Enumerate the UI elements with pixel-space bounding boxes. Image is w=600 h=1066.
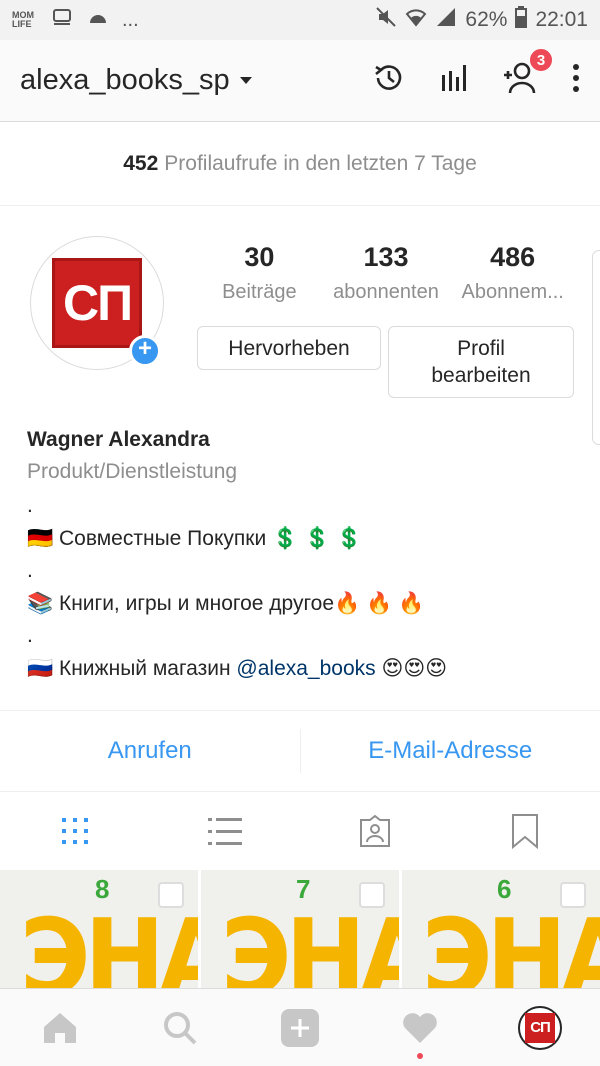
profile-name: Wagner Alexandra [27,428,210,451]
history-icon[interactable] [372,61,406,100]
stat-label: abonnenten [333,281,439,303]
stat-label: Abonnem... [461,281,564,303]
list-icon [208,818,242,845]
stat-following[interactable]: 486 Abonnem... [449,242,576,304]
bookmark-icon [512,814,538,849]
grid-icon [62,818,88,844]
notification-badge: 3 [528,47,554,73]
post-graphic-text: ЭНАС [20,896,198,988]
more-notifications-indicator: ... [122,8,139,31]
nav-home[interactable] [0,1011,120,1045]
call-button[interactable]: Anrufen [0,737,300,765]
profile-category: Produkt/Dienstleistung [27,460,238,483]
stat-posts[interactable]: 30 Beiträge [196,242,323,304]
wifi-icon [405,6,427,34]
profile-tabs [0,792,600,870]
bio-line-3: 🇷🇺 Книжный магазин @alexa_books 😍😍😍 [27,653,587,686]
stat-followers[interactable]: 133 abonnenten [323,242,450,304]
contact-bar: Anrufen E-Mail-Adresse [0,710,600,792]
post-grid: ЭНАС 8 ЭНАС 7 ЭНАС 6 [0,870,600,988]
activity-indicator-dot [417,1052,423,1059]
bio-dot: . [27,624,33,647]
tab-saved[interactable] [450,813,600,849]
multi-post-icon [359,882,385,908]
profile-stats: 30 Beiträge 133 abonnenten 486 Abonnem..… [196,242,576,304]
scroll-indicator [592,250,600,445]
bio-line-3-suffix: 😍😍😍 [375,656,448,680]
tab-tagged[interactable] [300,814,450,848]
stat-number: 486 [490,242,536,272]
profile-bio: Wagner Alexandra Produkt/Dienstleistung … [27,428,587,685]
insights-icon[interactable] [440,63,468,98]
multi-post-icon [560,882,586,908]
post-thumbnail[interactable]: ЭНАС 7 [201,870,399,988]
edit-profile-button[interactable]: Profil bearbeiten [388,326,574,398]
mute-icon [375,6,397,34]
top-app-bar: alexa_books_sp 3 [0,40,600,122]
profile-views-text: Profilaufrufe in den letzten 7 Tage [164,151,477,175]
post-graphic-text: ЭНАС [422,896,600,988]
clock: 22:01 [535,8,588,31]
edit-profile-label-line2: bearbeiten [431,364,531,387]
profile-views-banner[interactable]: 452 Profilaufrufe in den letzten 7 Tage [0,122,600,206]
more-icon[interactable] [572,63,580,98]
email-button[interactable]: E-Mail-Adresse [301,737,600,765]
signal-icon [435,6,457,34]
battery-icon [515,6,528,34]
battery-percent: 62% [465,8,508,31]
app-notification-label: MOM LIFE [12,10,34,29]
add-icon [281,1008,319,1047]
bio-line-3-prefix: 🇷🇺 Книжный магазин [27,656,237,680]
avatar-logo: СП [52,258,142,348]
search-icon [164,1011,197,1044]
add-story-icon[interactable]: + [129,335,161,367]
chevron-down-icon[interactable] [239,77,252,84]
post-thumbnail[interactable]: ЭНАС 6 [402,870,600,988]
stat-number: 133 [363,242,409,272]
post-graphic-text: ЭНАС [221,896,399,988]
profile-avatar: СП [518,1005,562,1050]
status-bar: MOM LIFE ... 62% 22:01 [0,0,600,40]
nav-search[interactable] [120,1010,240,1046]
message-icon [52,7,74,33]
discover-people-button[interactable]: 3 [502,47,554,100]
home-icon [44,1012,76,1043]
highlight-button[interactable]: Hervorheben [197,326,381,370]
multi-post-icon [158,882,184,908]
nav-activity[interactable] [360,1011,480,1059]
bio-line-2: 📚 Книги, игры и многое другое🔥 🔥 🔥 [27,591,425,615]
tab-list[interactable] [150,816,300,846]
edit-profile-label-line1: Profil [457,337,505,360]
bottom-navigation: СП [0,988,600,1066]
cloud-icon [86,7,110,33]
post-number: 7 [296,874,311,904]
account-switcher[interactable]: alexa_books_sp [20,64,230,97]
mention-link[interactable]: @alexa_books [236,657,375,680]
post-number: 8 [95,874,110,904]
nav-profile[interactable]: СП [480,1005,600,1050]
avatar[interactable]: СП + [30,236,164,370]
heart-icon [403,1012,437,1043]
profile-views-count: 452 [123,151,159,175]
nav-add[interactable] [240,1008,360,1048]
profile-avatar-logo: СП [525,1012,555,1043]
stat-label: Beiträge [222,281,297,303]
post-thumbnail[interactable]: ЭНАС 8 [0,870,198,988]
bio-dot: . [27,559,33,582]
bio-line-1: 🇩🇪 Совместные Покупки 💲 💲 💲 [27,526,363,550]
bio-dot: . [27,494,33,517]
post-number: 6 [497,874,512,904]
tab-grid[interactable] [0,816,150,846]
tagged-person-icon [360,814,390,847]
stat-number: 30 [244,242,275,272]
